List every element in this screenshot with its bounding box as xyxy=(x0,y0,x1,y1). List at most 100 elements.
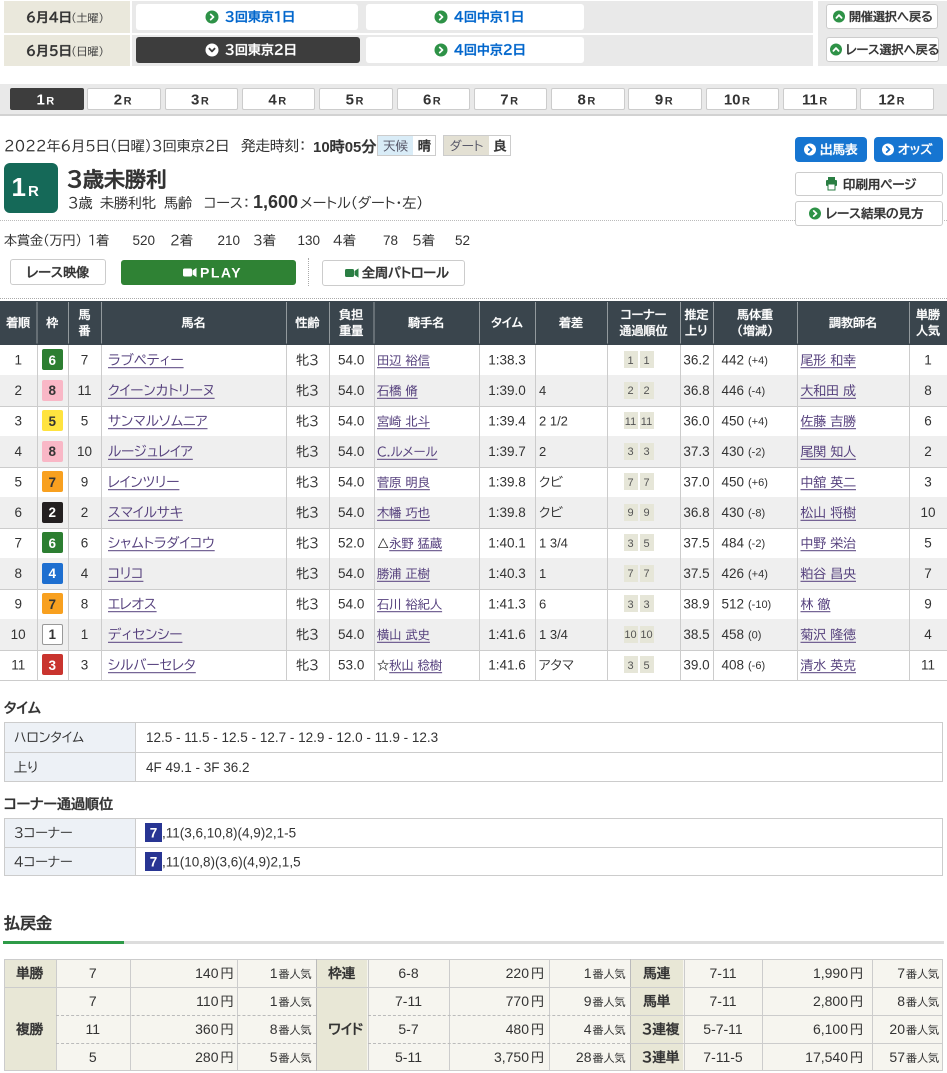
svg-text:3: 3 xyxy=(14,414,22,429)
svg-text:9: 9 xyxy=(81,475,89,490)
svg-text:37.5: 37.5 xyxy=(683,536,709,551)
svg-text:10: 10 xyxy=(77,444,92,459)
svg-text:R: R xyxy=(897,96,905,108)
svg-text:5-11: 5-11 xyxy=(395,1049,422,1065)
svg-text:05: 05 xyxy=(345,139,362,156)
svg-text:37.3: 37.3 xyxy=(683,444,709,459)
svg-text:140: 140 xyxy=(195,965,219,981)
svg-text:4: 4 xyxy=(584,1021,592,1037)
svg-text:54.0: 54.0 xyxy=(338,414,364,429)
svg-text:R: R xyxy=(742,96,750,108)
svg-text:1: 1 xyxy=(270,993,278,1009)
svg-text:430: 430 xyxy=(721,505,744,520)
svg-text:7: 7 xyxy=(500,92,508,109)
svg-text:54.0: 54.0 xyxy=(338,627,364,642)
svg-text:R: R xyxy=(510,96,518,108)
svg-text:7: 7 xyxy=(627,568,633,580)
svg-text:54.0: 54.0 xyxy=(338,566,364,581)
svg-text:360: 360 xyxy=(195,1021,219,1037)
svg-text:9: 9 xyxy=(14,597,22,612)
svg-text:11: 11 xyxy=(86,1021,101,1037)
svg-text:8: 8 xyxy=(81,597,89,612)
svg-text:1: 1 xyxy=(14,353,22,368)
svg-text:7: 7 xyxy=(150,826,158,841)
svg-text:R: R xyxy=(28,183,39,200)
svg-text:7-11: 7-11 xyxy=(710,993,737,1009)
svg-text:12: 12 xyxy=(878,92,895,109)
svg-text:1: 1 xyxy=(48,627,56,642)
svg-text:37.5: 37.5 xyxy=(683,566,709,581)
svg-text:11: 11 xyxy=(11,658,25,673)
svg-text:280: 280 xyxy=(195,1049,219,1065)
svg-text:4: 4 xyxy=(268,92,277,109)
svg-text:54.0: 54.0 xyxy=(338,444,364,459)
svg-text:6: 6 xyxy=(539,597,546,612)
svg-text:4: 4 xyxy=(48,566,56,581)
svg-text:4: 4 xyxy=(539,383,546,398)
svg-text:1:41.3: 1:41.3 xyxy=(488,597,526,612)
svg-text:520: 520 xyxy=(132,233,155,248)
svg-text:5: 5 xyxy=(48,414,56,429)
svg-text:54.0: 54.0 xyxy=(338,505,364,520)
svg-text:5: 5 xyxy=(643,660,649,672)
svg-text:6,100: 6,100 xyxy=(813,1021,848,1037)
svg-text:5-7: 5-7 xyxy=(398,1021,418,1037)
svg-text:11: 11 xyxy=(921,658,935,673)
svg-text:4: 4 xyxy=(14,444,22,459)
svg-text:4: 4 xyxy=(81,566,89,581)
svg-text:57: 57 xyxy=(889,1049,905,1065)
svg-text:5: 5 xyxy=(14,475,22,490)
svg-text:28: 28 xyxy=(576,1049,592,1065)
svg-text:8: 8 xyxy=(48,444,56,459)
svg-text:(-2): (-2) xyxy=(748,538,765,550)
svg-text:10: 10 xyxy=(11,627,26,642)
svg-text:3: 3 xyxy=(627,538,633,550)
svg-text:36.2: 36.2 xyxy=(683,353,709,368)
svg-text:R: R xyxy=(665,96,673,108)
svg-text:52.0: 52.0 xyxy=(338,536,364,551)
svg-text:1:39.4: 1:39.4 xyxy=(488,414,526,429)
svg-text:R: R xyxy=(356,96,364,108)
svg-text:3: 3 xyxy=(48,658,56,673)
svg-text:2: 2 xyxy=(539,444,546,459)
svg-text:9: 9 xyxy=(924,597,932,612)
svg-text:450: 450 xyxy=(721,414,744,429)
svg-text:2: 2 xyxy=(48,505,56,520)
svg-text:R: R xyxy=(433,96,441,108)
svg-text:2 1/2: 2 1/2 xyxy=(539,414,568,429)
svg-text:5: 5 xyxy=(643,538,649,550)
svg-text:3: 3 xyxy=(627,599,633,611)
svg-text:1: 1 xyxy=(627,355,633,367)
svg-text:1: 1 xyxy=(539,566,546,581)
svg-text:1: 1 xyxy=(270,965,278,981)
svg-text:R: R xyxy=(819,96,827,108)
svg-text:9: 9 xyxy=(655,92,663,109)
svg-text:38.5: 38.5 xyxy=(683,627,709,642)
svg-text:4: 4 xyxy=(924,627,932,642)
svg-text:8: 8 xyxy=(897,993,905,1009)
svg-text:7: 7 xyxy=(14,536,22,551)
svg-text:1,600: 1,600 xyxy=(253,192,298,212)
svg-text:38.9: 38.9 xyxy=(683,597,709,612)
svg-text:R: R xyxy=(278,96,286,108)
svg-text:8: 8 xyxy=(14,566,22,581)
svg-text:1:38.3: 1:38.3 xyxy=(488,353,526,368)
svg-text:430: 430 xyxy=(721,444,744,459)
svg-text:,11(10,8)(3,6)(4,9)2,1,5: ,11(10,8)(3,6)(4,9)2,1,5 xyxy=(162,855,301,870)
svg-text:7-11-5: 7-11-5 xyxy=(703,1049,743,1065)
svg-text:5: 5 xyxy=(89,1049,97,1065)
svg-text:36.8: 36.8 xyxy=(683,505,709,520)
svg-text:7: 7 xyxy=(643,568,649,580)
svg-text:10: 10 xyxy=(624,629,636,641)
svg-text:3: 3 xyxy=(643,446,649,458)
svg-text:1:39.8: 1:39.8 xyxy=(488,475,526,490)
svg-text:(-6): (-6) xyxy=(748,660,765,672)
svg-text:2,800: 2,800 xyxy=(813,993,848,1009)
svg-text:R: R xyxy=(201,96,209,108)
svg-text:54.0: 54.0 xyxy=(338,353,364,368)
svg-text:7: 7 xyxy=(89,965,97,981)
svg-text:1: 1 xyxy=(12,172,26,202)
svg-text:8: 8 xyxy=(578,92,586,109)
svg-text:11: 11 xyxy=(802,92,818,109)
svg-text:7: 7 xyxy=(150,855,158,870)
